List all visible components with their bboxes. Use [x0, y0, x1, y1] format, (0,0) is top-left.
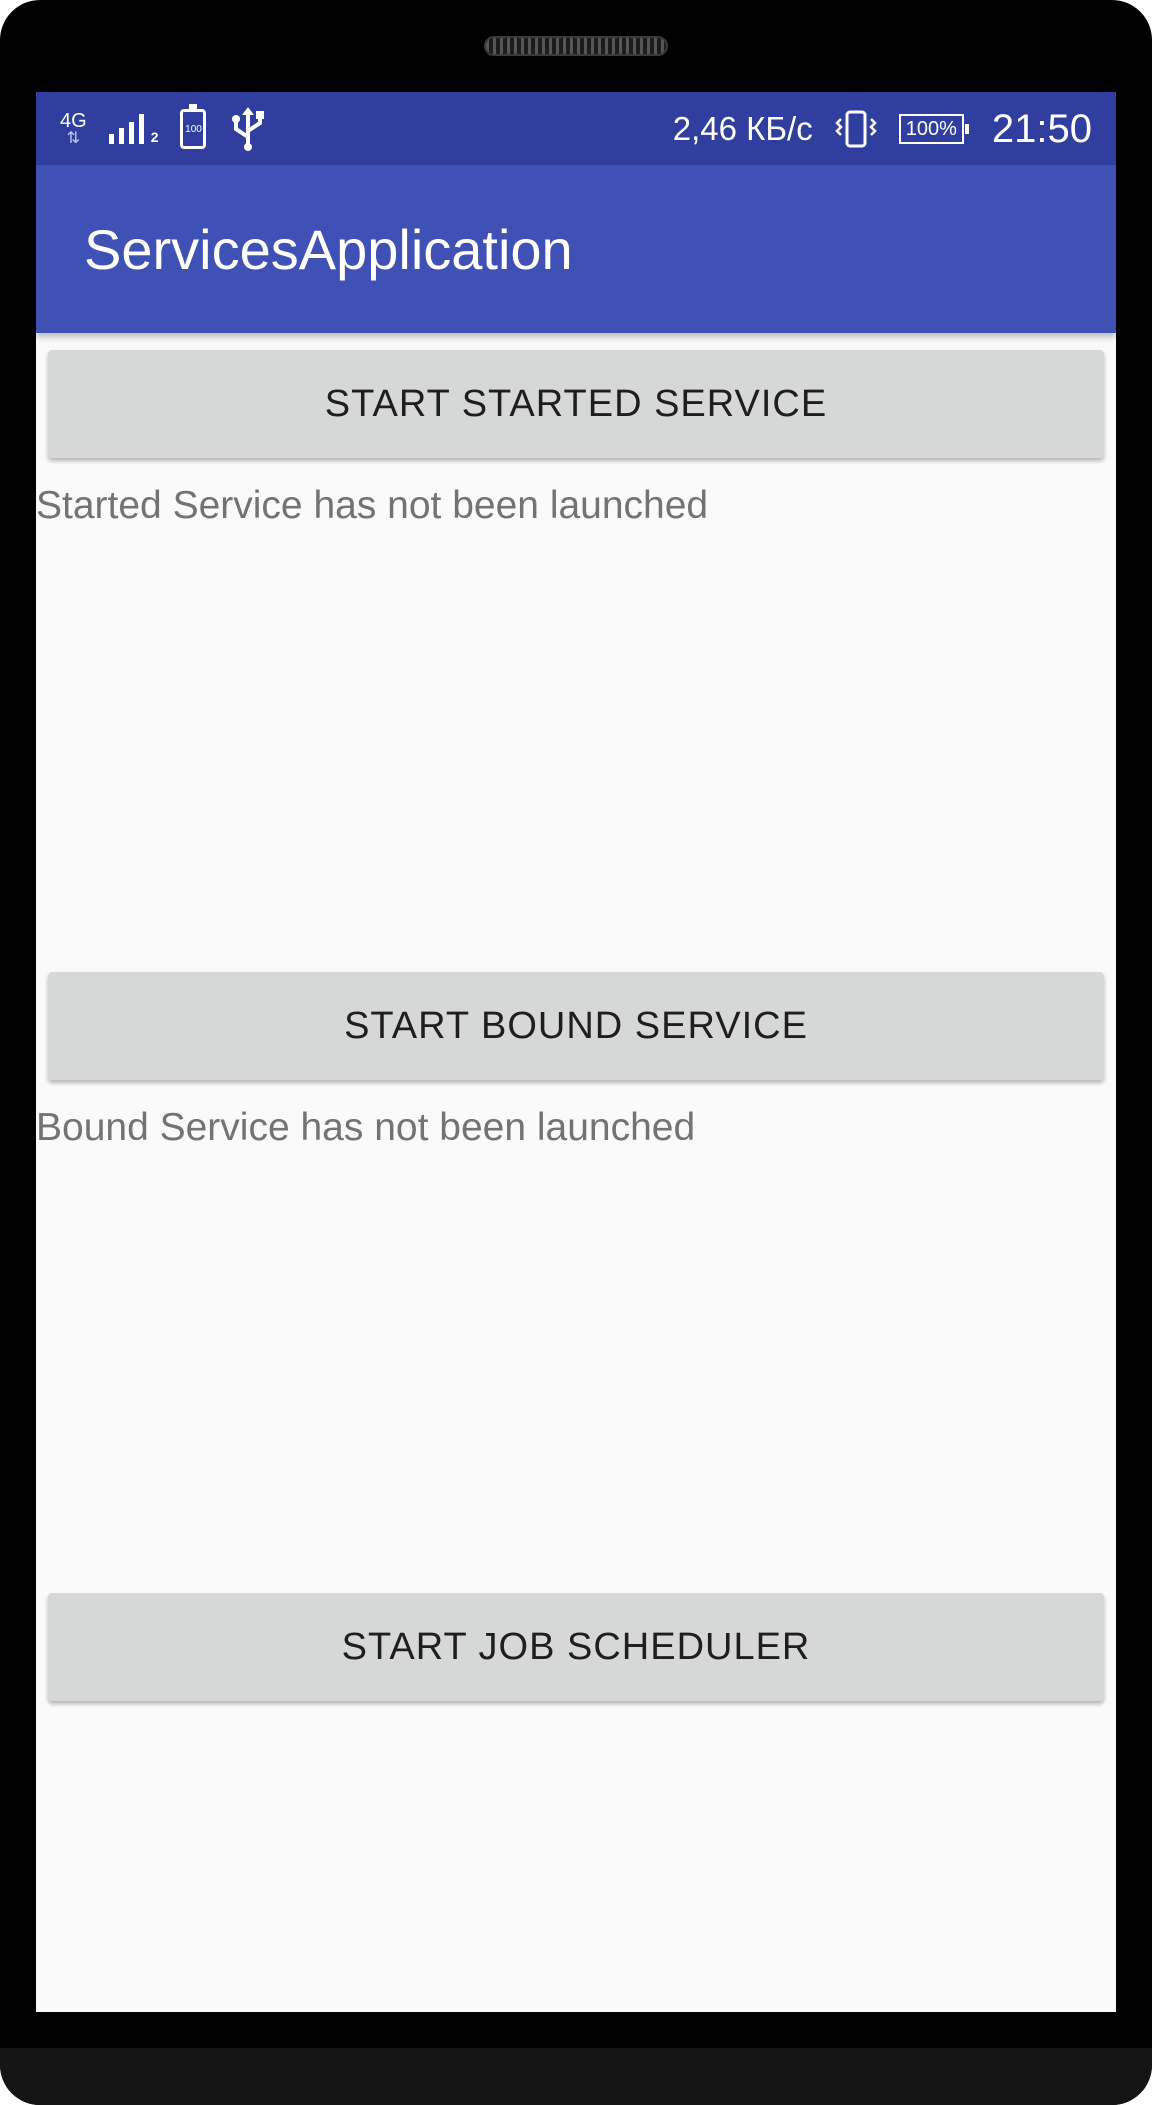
app-bar: ServicesApplication: [36, 165, 1116, 333]
battery-percent: 100%: [905, 118, 957, 140]
earpiece-speaker: [484, 36, 668, 56]
vibrate-icon: [834, 109, 877, 149]
bound-service-status: Bound Service has not been launched: [36, 1106, 696, 1149]
start-started-service-button[interactable]: START STARTED SERVICE: [48, 350, 1104, 458]
phone-frame: 4G ⇅ 2 100 2,46 КБ/с 100% 21:50 Services…: [0, 0, 1152, 2105]
network-4g-icon: 4G ⇅: [60, 111, 87, 147]
status-right: 2,46 КБ/с 100% 21:50: [673, 100, 1092, 158]
network-type-label: 4G: [60, 110, 87, 132]
start-bound-service-button[interactable]: START BOUND SERVICE: [48, 972, 1104, 1080]
screen: 4G ⇅ 2 100 2,46 КБ/с 100% 21:50 Services…: [36, 92, 1116, 2012]
usb-icon: [228, 107, 268, 151]
battery-saver-icon: 100: [180, 104, 207, 149]
start-job-scheduler-button[interactable]: START JOB SCHEDULER: [48, 1593, 1104, 1701]
battery-saver-label: 100: [185, 123, 202, 135]
app-title: ServicesApplication: [84, 217, 573, 281]
status-left: 4G ⇅ 2 100: [60, 104, 268, 154]
started-service-status: Started Service has not been launched: [36, 484, 709, 527]
data-arrows-icon: ⇅: [66, 130, 81, 147]
network-speed: 2,46 КБ/с: [672, 110, 813, 147]
signal-icon: 2: [108, 114, 159, 145]
battery-icon: 100%: [898, 114, 970, 144]
bottom-bezel: [0, 2048, 1152, 2105]
clock: 21:50: [991, 106, 1092, 151]
status-bar: 4G ⇅ 2 100 2,46 КБ/с 100% 21:50: [36, 92, 1116, 165]
signal-sim-label: 2: [150, 129, 159, 145]
